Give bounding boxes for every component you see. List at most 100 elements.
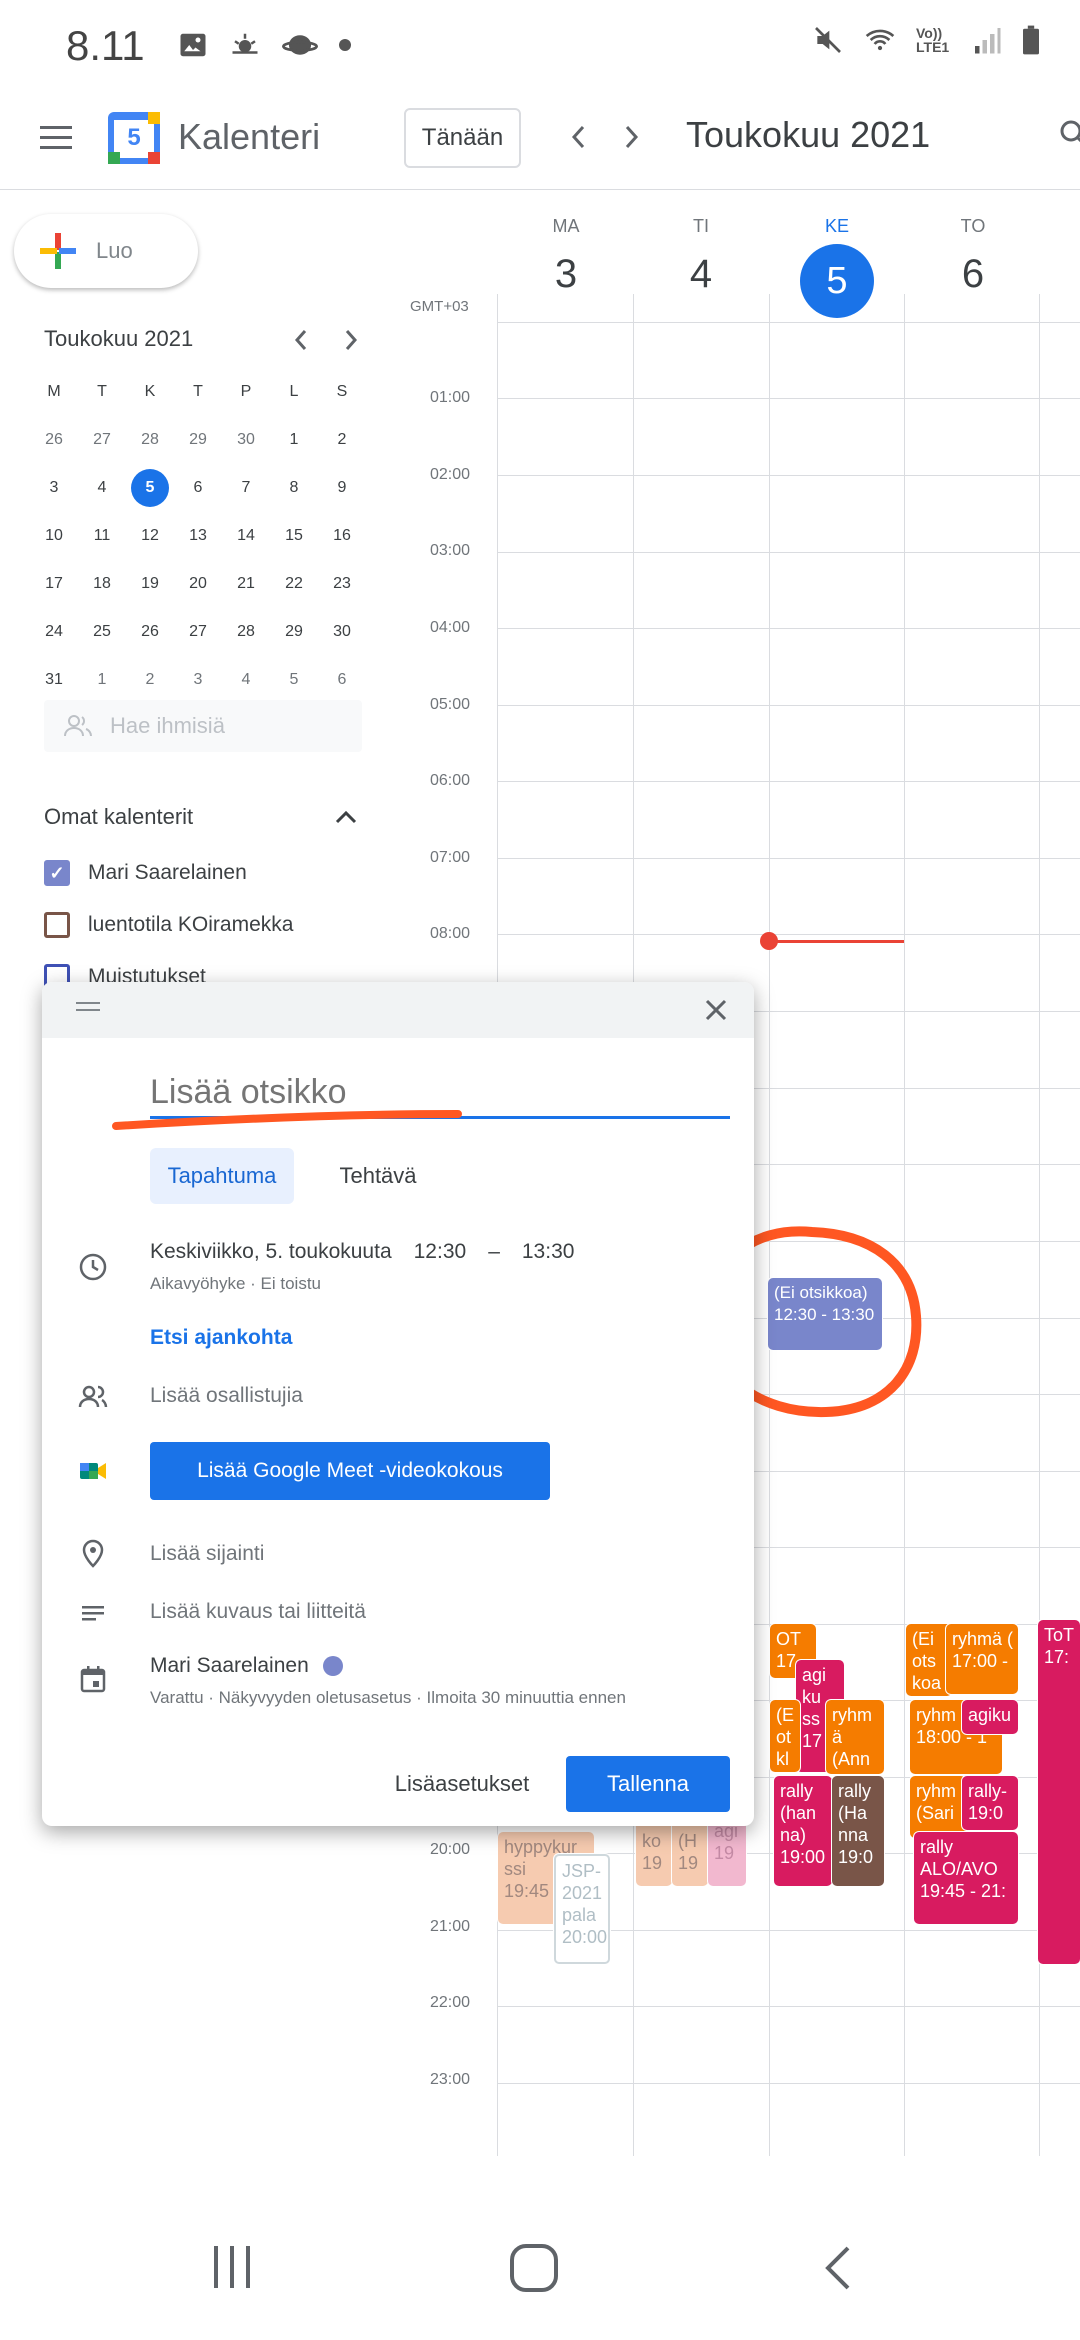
event-block[interactable]: rally (han na) 19:00 [774, 1776, 832, 1886]
current-month-title: Toukokuu 2021 [686, 114, 931, 155]
back-icon[interactable] [820, 2244, 856, 2292]
event-block[interactable]: agiku [962, 1700, 1018, 1734]
mini-day[interactable]: 2 [318, 416, 366, 464]
calendar-item-luentotila[interactable]: luentotila KOiramekka [44, 912, 293, 938]
mini-day[interactable]: 20 [174, 560, 222, 608]
mini-day[interactable]: 1 [270, 416, 318, 464]
mini-day[interactable]: 26 [126, 608, 174, 656]
mini-day[interactable]: 3 [30, 464, 78, 512]
mini-day-selected[interactable]: 5 [126, 464, 174, 512]
add-guests-field[interactable]: Lisää osallistujia [150, 1384, 303, 1408]
event-date[interactable]: Keskiviikko, 5. toukokuuta [150, 1240, 392, 1264]
mini-day[interactable]: 6 [318, 656, 366, 704]
calendar-item-mari[interactable]: ✓ Mari Saarelainen [44, 860, 247, 886]
image-icon [180, 33, 206, 57]
event-end-time[interactable]: 13:30 [522, 1240, 575, 1264]
home-icon[interactable] [508, 2242, 560, 2294]
mini-day[interactable]: 5 [270, 656, 318, 704]
chevron-up-icon[interactable] [334, 808, 358, 826]
mini-day[interactable]: 30 [222, 416, 270, 464]
mini-day[interactable]: 4 [78, 464, 126, 512]
event-datetime[interactable]: Keskiviikko, 5. toukokuuta 12:30 – 13:30 [150, 1240, 574, 1264]
mini-day[interactable]: 22 [270, 560, 318, 608]
mini-day[interactable]: 25 [78, 608, 126, 656]
add-description-field[interactable]: Lisää kuvaus tai liitteitä [150, 1600, 366, 1624]
close-icon[interactable] [702, 996, 730, 1024]
checkbox-checked-icon[interactable]: ✓ [44, 860, 70, 886]
create-button[interactable]: Luo [14, 214, 198, 288]
calendar-selector[interactable]: Mari Saarelainen [150, 1654, 343, 1678]
mini-day[interactable]: 17 [30, 560, 78, 608]
mini-day[interactable]: 14 [222, 512, 270, 560]
mini-day[interactable]: 12 [126, 512, 174, 560]
mini-day[interactable]: 10 [30, 512, 78, 560]
event-block[interactable]: rally ALO/AVO 19:45 - 21: [914, 1832, 1018, 1924]
event-block[interactable]: rally- 19:0 [962, 1776, 1018, 1830]
current-time-dot [760, 932, 778, 950]
mini-day[interactable]: 16 [318, 512, 366, 560]
mini-day[interactable]: 3 [174, 656, 222, 704]
mini-day[interactable]: 24 [30, 608, 78, 656]
mini-day[interactable]: 4 [222, 656, 270, 704]
mini-day[interactable]: 31 [30, 656, 78, 704]
mini-day[interactable]: 19 [126, 560, 174, 608]
day-number-tue[interactable]: 4 [636, 252, 766, 297]
chevron-left-icon[interactable] [568, 124, 590, 150]
event-block[interactable]: (E ot kl [770, 1700, 800, 1772]
mini-next-icon[interactable] [340, 328, 360, 352]
drag-handle-icon[interactable] [76, 1000, 100, 1014]
day-name-wed: KE [824, 216, 849, 236]
mini-day[interactable]: 28 [222, 608, 270, 656]
tab-event[interactable]: Tapahtuma [150, 1148, 294, 1204]
menu-icon[interactable] [40, 124, 74, 152]
event-start-time[interactable]: 12:30 [414, 1240, 467, 1264]
mini-day[interactable]: 29 [270, 608, 318, 656]
mini-day[interactable]: 30 [318, 608, 366, 656]
add-location-field[interactable]: Lisää sijainti [150, 1542, 264, 1566]
mini-day[interactable]: 23 [318, 560, 366, 608]
mini-day[interactable]: 9 [318, 464, 366, 512]
mini-day[interactable]: 6 [174, 464, 222, 512]
mini-day[interactable]: 26 [30, 416, 78, 464]
event-block[interactable]: ToT 17: [1038, 1620, 1080, 1964]
mini-prev-icon[interactable] [292, 328, 312, 352]
event-block[interactable]: ryhm ä (Ann [826, 1700, 884, 1774]
mini-day[interactable]: 29 [174, 416, 222, 464]
recent-apps-icon[interactable] [210, 2244, 256, 2290]
timezone-label: GMT+03 [410, 298, 469, 315]
event-block[interactable]: JSP- 2021 pala 20:00 [554, 1854, 610, 1964]
event-block[interactable]: rally (Ha nna 19:0 [832, 1776, 884, 1886]
day-number-thu[interactable]: 6 [908, 252, 1038, 297]
mini-day[interactable]: 27 [78, 416, 126, 464]
mini-day[interactable]: 1 [78, 656, 126, 704]
mini-day[interactable]: 15 [270, 512, 318, 560]
mini-day[interactable]: 28 [126, 416, 174, 464]
tab-task[interactable]: Tehtävä [318, 1148, 438, 1204]
mini-day[interactable]: 7 [222, 464, 270, 512]
search-people-input[interactable]: Hae ihmisiä [44, 700, 362, 752]
mini-day[interactable]: 8 [270, 464, 318, 512]
find-time-link[interactable]: Etsi ajankohta [150, 1326, 292, 1350]
save-button[interactable]: Tallenna [566, 1756, 730, 1812]
add-meet-button[interactable]: Lisää Google Meet -videokokous [150, 1442, 550, 1500]
mini-day[interactable]: 2 [126, 656, 174, 704]
chevron-right-icon[interactable] [620, 124, 642, 150]
day-number-mon[interactable]: 3 [501, 252, 631, 297]
timezone-repeat-text[interactable]: Aikavyöhyke · Ei toistu [150, 1274, 321, 1294]
event-title-input[interactable] [150, 1072, 730, 1112]
event-block[interactable]: ryhm (Sari [910, 1776, 966, 1838]
mini-day[interactable]: 18 [78, 560, 126, 608]
mini-day[interactable]: 11 [78, 512, 126, 560]
checkbox-unchecked-icon[interactable] [44, 912, 70, 938]
mini-day[interactable]: 21 [222, 560, 270, 608]
day-name-thu: TO [960, 216, 986, 236]
event-block[interactable]: ryhmä ( 17:00 - [946, 1624, 1018, 1694]
more-options-button[interactable]: Lisäasetukset [382, 1756, 542, 1812]
mini-day[interactable]: 13 [174, 512, 222, 560]
hour-label: 23:00 [430, 2071, 471, 2088]
day-number-today[interactable]: 5 [800, 244, 874, 318]
search-icon[interactable] [1058, 118, 1080, 152]
today-button[interactable]: Tänään [404, 108, 521, 168]
calendar-details[interactable]: Varattu · Näkyvyyden oletusasetus · Ilmo… [150, 1688, 626, 1708]
mini-day[interactable]: 27 [174, 608, 222, 656]
